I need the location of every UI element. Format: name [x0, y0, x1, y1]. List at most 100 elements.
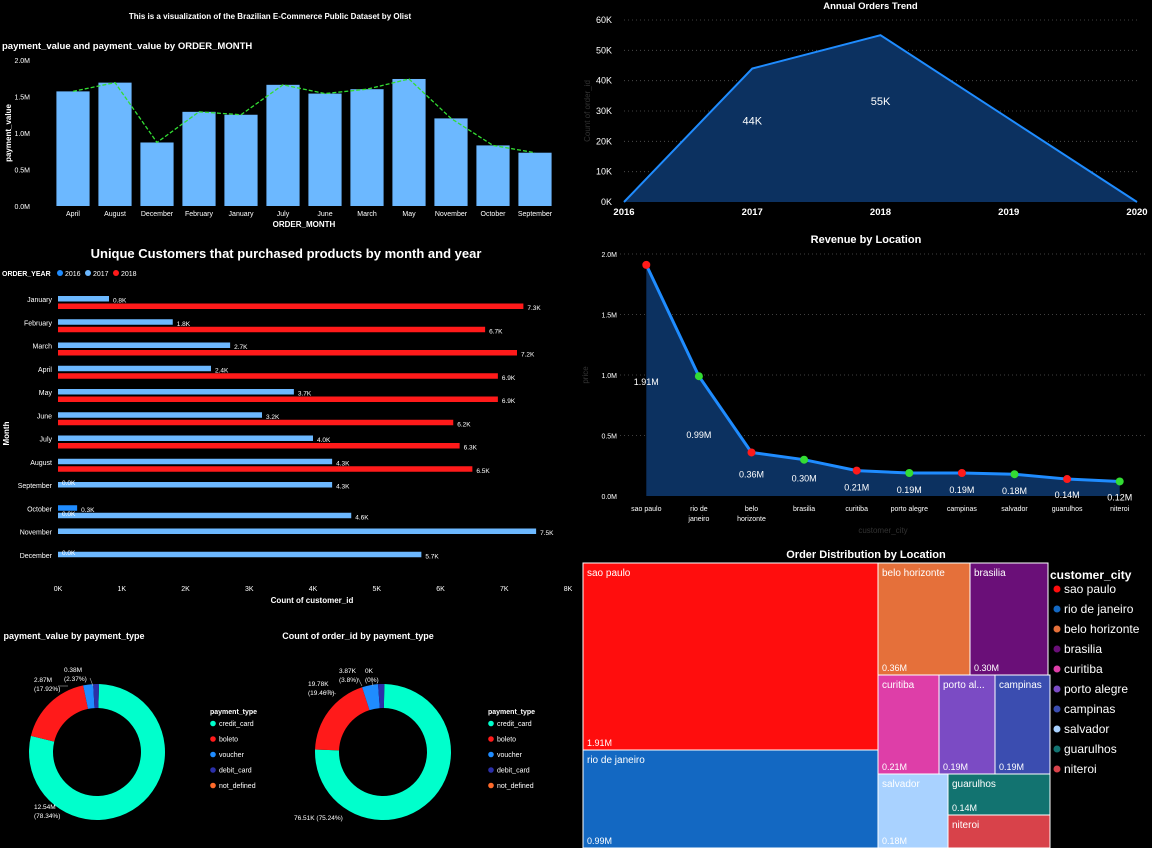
- y-tick-label: 30K: [596, 106, 612, 116]
- x-tick-label: 2016: [613, 207, 634, 218]
- legend-marker: [1053, 645, 1061, 653]
- bar: [182, 111, 216, 206]
- data-label: 7.5K: [540, 530, 554, 537]
- data-marker: [1010, 470, 1019, 479]
- data-label: 0.99M: [686, 430, 711, 440]
- bar: [140, 142, 174, 206]
- data-label: 3.7K: [298, 391, 312, 398]
- bar: [58, 373, 498, 379]
- data-label: 76.51K (75.24%): [294, 815, 343, 822]
- y-tick-label: January: [27, 297, 52, 304]
- x-tick-label: rio de: [690, 506, 708, 513]
- x-tick-label: 2K: [181, 586, 190, 593]
- y-tick-label: September: [18, 483, 53, 490]
- legend-label: niteroi: [1064, 762, 1097, 776]
- legend-label: not_defined: [219, 783, 256, 790]
- y-tick-label: 0.0M: [14, 204, 30, 211]
- legend-marker: [1053, 605, 1061, 613]
- chart-title: Order Distribution by Location: [786, 549, 946, 561]
- chart-title: payment_value by payment_type: [3, 631, 144, 641]
- x-tick-label: guarulhos: [1052, 506, 1083, 513]
- legend-label: sao paulo: [1064, 582, 1116, 596]
- legend-label: debit_card: [497, 768, 530, 775]
- y-tick-label: 60K: [596, 15, 612, 25]
- x-tick-label: niteroi: [1110, 506, 1130, 513]
- data-label: 0.18M: [1002, 486, 1027, 496]
- x-tick-label: June: [317, 211, 332, 218]
- legend-marker: [1053, 665, 1061, 673]
- treemap-label: porto al...: [943, 680, 985, 691]
- area-fill: [624, 35, 1137, 202]
- bar: [58, 319, 173, 325]
- bar: [518, 152, 552, 206]
- data-label: 1.8K: [177, 321, 191, 328]
- bar: [58, 419, 454, 426]
- data-label: 5.7K: [425, 553, 439, 560]
- x-tick-label: April: [66, 211, 80, 218]
- data-label: 0.19M: [897, 485, 922, 495]
- legend-label: debit_card: [219, 768, 252, 775]
- legend-label: credit_card: [497, 721, 532, 728]
- bar: [392, 78, 426, 206]
- y-tick-label: August: [30, 460, 52, 467]
- legend-marker: [85, 270, 91, 276]
- monthly-payment-chart: payment_value and payment_value by ORDER…: [2, 41, 553, 229]
- y-tick-label: 0.5M: [601, 434, 617, 441]
- legend-label: 2016: [65, 271, 81, 278]
- x-tick-label: campinas: [947, 506, 977, 513]
- legend-marker: [210, 782, 216, 789]
- bar: [98, 82, 132, 206]
- data-label: 55K: [871, 96, 891, 108]
- legend-marker: [113, 270, 119, 276]
- treemap-value: 0.21M: [882, 762, 907, 772]
- treemap-label: sao paulo: [587, 568, 631, 579]
- treemap-cell: [877, 562, 971, 676]
- data-label: 4.3K: [336, 460, 350, 467]
- x-tick-label: brasilia: [793, 506, 815, 513]
- y-tick-label: April: [38, 367, 52, 374]
- legend-marker: [1053, 625, 1061, 633]
- bar: [58, 303, 524, 309]
- bar: [224, 114, 258, 206]
- legend-marker: [1053, 725, 1061, 733]
- legend-label: porto alegre: [1064, 682, 1128, 696]
- legend-marker: [488, 751, 494, 758]
- data-marker: [694, 372, 703, 381]
- bar: [476, 145, 510, 206]
- legend-marker: [210, 767, 216, 773]
- bar: [58, 466, 473, 472]
- data-label: 3.87K: [339, 668, 357, 675]
- x-tick-label: sao paulo: [631, 506, 661, 513]
- legend-marker: [488, 720, 494, 727]
- y-axis-label: price: [581, 366, 590, 384]
- data-label: 6.9K: [502, 398, 516, 405]
- bar: [58, 458, 333, 465]
- x-tick-label: 2017: [742, 207, 763, 218]
- bar: [58, 296, 109, 302]
- donut-slice: [30, 685, 89, 742]
- y-tick-label: March: [33, 344, 53, 351]
- revenue-location-chart: Revenue by Location 0.0M 0.5M 1.0M 1.5M 2.0M 1…: [581, 234, 1146, 535]
- treemap-value: 1.91M: [587, 738, 612, 748]
- y-tick-label: 1.5M: [14, 95, 30, 102]
- annual-orders-chart: Annual Orders Trend 0K 10K 20K 30K 40K 50K 60K 2…: [583, 1, 1148, 218]
- treemap-label: belo horizonte: [882, 568, 945, 579]
- x-tick-label: 3K: [245, 586, 254, 593]
- x-tick-label: 2020: [1126, 207, 1147, 218]
- treemap-value: 0.18M: [882, 836, 907, 846]
- legend-label: 2018: [121, 271, 137, 278]
- y-tick-label: 1.5M: [601, 313, 617, 320]
- treemap-label: niteroi: [952, 820, 979, 831]
- legend-title: customer_city: [1050, 568, 1132, 582]
- order-count-donut: Count of order_id by payment_type 76.51K …: [282, 631, 535, 822]
- x-axis-label: Count of customer_id: [271, 596, 354, 605]
- data-label: 6.7K: [489, 328, 503, 335]
- data-label: 2.4K: [215, 367, 229, 374]
- legend-marker: [57, 270, 63, 276]
- treemap-label: curitiba: [882, 680, 915, 691]
- data-label: 0.38M: [64, 667, 82, 674]
- x-tick-label: 8K: [564, 586, 573, 593]
- legend-label: voucher: [497, 752, 523, 759]
- data-label: 7.2K: [521, 352, 535, 359]
- leader-line: [357, 677, 363, 687]
